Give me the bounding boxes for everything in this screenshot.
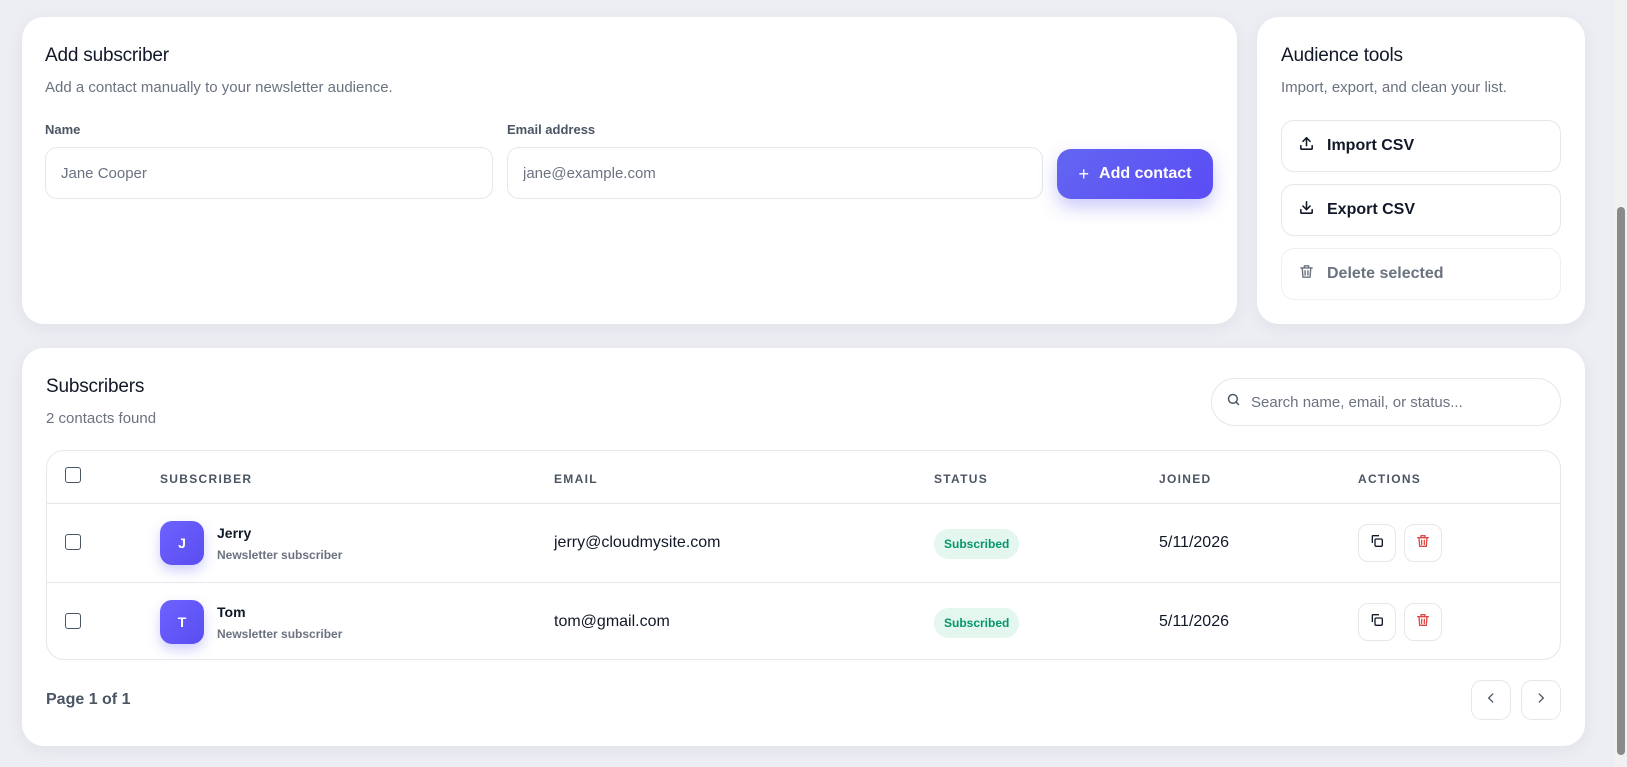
status-badge: Subscribed bbox=[934, 608, 1020, 638]
subscriber-role: Newsletter subscriber bbox=[217, 548, 343, 562]
upload-icon bbox=[1298, 135, 1315, 157]
next-page-button[interactable] bbox=[1521, 680, 1561, 720]
email-input[interactable] bbox=[507, 147, 1043, 199]
copy-button[interactable] bbox=[1358, 524, 1396, 562]
subscriber-email: tom@gmail.com bbox=[554, 613, 670, 630]
export-csv-button[interactable]: Export CSV bbox=[1281, 184, 1561, 236]
contacts-count: 2 contacts found bbox=[46, 410, 157, 427]
name-label: Name bbox=[45, 122, 81, 137]
audience-tools-card: Audience tools Import, export, and clean… bbox=[1257, 17, 1585, 324]
scrollbar-thumb[interactable] bbox=[1617, 207, 1625, 755]
delete-selected-label: Delete selected bbox=[1327, 265, 1444, 282]
subscriber-role: Newsletter subscriber bbox=[217, 627, 343, 641]
copy-icon bbox=[1369, 612, 1385, 633]
import-csv-button[interactable]: Import CSV bbox=[1281, 120, 1561, 172]
scrollbar[interactable] bbox=[1615, 0, 1627, 767]
subscriber-name: Tom bbox=[217, 604, 246, 620]
plus-icon: + bbox=[1078, 164, 1090, 184]
row-checkbox[interactable] bbox=[65, 613, 81, 629]
trash-icon bbox=[1415, 533, 1431, 554]
trash-icon bbox=[1415, 612, 1431, 633]
table-row: T Tom Newsletter subscriber tom@gmail.co… bbox=[47, 583, 1560, 659]
add-subscriber-subtitle: Add a contact manually to your newslette… bbox=[45, 79, 393, 96]
column-header-status: STATUS bbox=[934, 472, 989, 486]
export-csv-label: Export CSV bbox=[1327, 201, 1416, 218]
subscriber-name: Jerry bbox=[217, 525, 252, 541]
email-label: Email address bbox=[507, 122, 596, 137]
status-badge: Subscribed bbox=[934, 529, 1020, 559]
select-all-checkbox[interactable] bbox=[65, 467, 81, 483]
subscribers-card: Subscribers 2 contacts found SUBSCRIBER … bbox=[22, 348, 1585, 746]
subscribers-title: Subscribers bbox=[46, 376, 145, 397]
audience-tools-subtitle: Import, export, and clean your list. bbox=[1281, 79, 1507, 96]
trash-icon bbox=[1298, 263, 1315, 285]
copy-button[interactable] bbox=[1358, 603, 1396, 641]
search-input[interactable] bbox=[1251, 393, 1551, 411]
row-checkbox[interactable] bbox=[65, 534, 81, 550]
add-contact-button[interactable]: + Add contact bbox=[1057, 149, 1213, 199]
copy-icon bbox=[1369, 533, 1385, 554]
chevron-right-icon bbox=[1534, 691, 1548, 710]
column-header-actions: ACTIONS bbox=[1358, 472, 1422, 486]
name-input[interactable] bbox=[45, 147, 493, 199]
delete-row-button[interactable] bbox=[1404, 603, 1442, 641]
column-header-subscriber: SUBSCRIBER bbox=[160, 472, 253, 486]
add-contact-label: Add contact bbox=[1099, 165, 1192, 182]
add-subscriber-title: Add subscriber bbox=[45, 45, 169, 66]
subscribers-table: SUBSCRIBER EMAIL STATUS JOINED ACTIONS J… bbox=[46, 450, 1561, 660]
search-icon bbox=[1226, 392, 1241, 412]
audience-tools-title: Audience tools bbox=[1281, 45, 1403, 66]
column-header-joined: JOINED bbox=[1159, 472, 1212, 486]
search-box bbox=[1211, 378, 1561, 426]
avatar: J bbox=[160, 521, 204, 565]
delete-row-button[interactable] bbox=[1404, 524, 1442, 562]
prev-page-button[interactable] bbox=[1471, 680, 1511, 720]
joined-date: 5/11/2026 bbox=[1159, 613, 1229, 630]
column-header-email: EMAIL bbox=[554, 472, 598, 486]
download-icon bbox=[1298, 199, 1315, 221]
table-header: SUBSCRIBER EMAIL STATUS JOINED ACTIONS bbox=[47, 451, 1560, 504]
subscriber-email: jerry@cloudmysite.com bbox=[554, 534, 721, 551]
import-csv-label: Import CSV bbox=[1327, 137, 1415, 154]
page-info: Page 1 of 1 bbox=[46, 691, 131, 708]
delete-selected-button[interactable]: Delete selected bbox=[1281, 248, 1561, 300]
add-subscriber-card: Add subscriber Add a contact manually to… bbox=[22, 17, 1237, 324]
avatar: T bbox=[160, 600, 204, 644]
table-row: J Jerry Newsletter subscriber jerry@clou… bbox=[47, 504, 1560, 583]
chevron-left-icon bbox=[1484, 691, 1498, 710]
joined-date: 5/11/2026 bbox=[1159, 534, 1229, 551]
